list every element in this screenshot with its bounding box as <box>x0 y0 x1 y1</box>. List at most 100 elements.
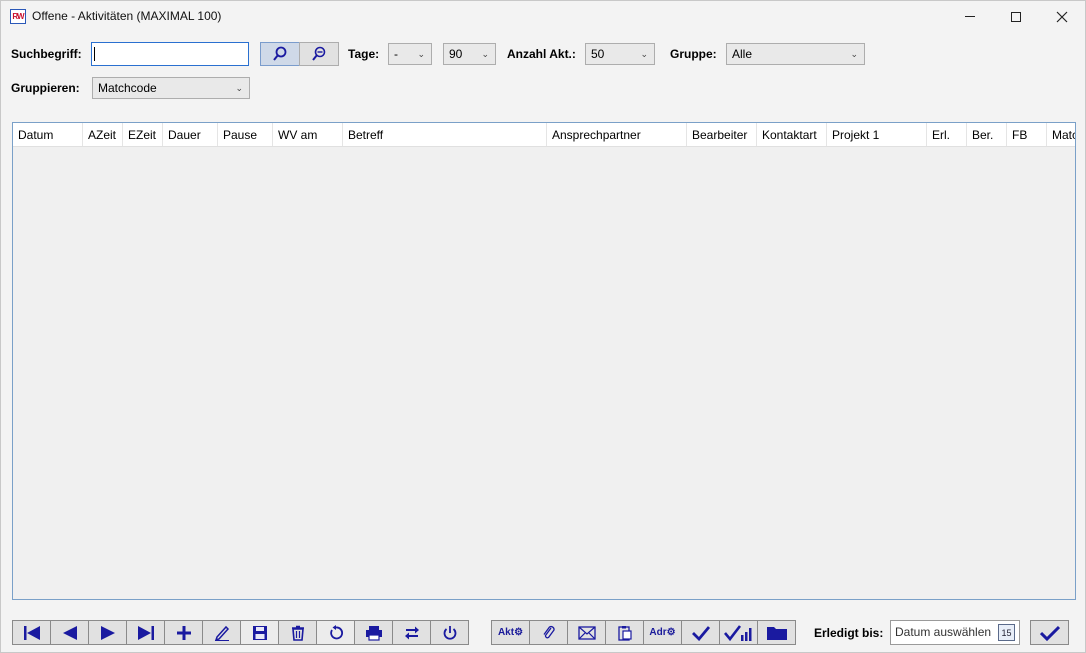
tage-label: Tage: <box>348 47 380 61</box>
maximize-icon <box>1011 11 1021 22</box>
column-header[interactable]: WV am <box>273 123 343 146</box>
gruppieren-value: Matchcode <box>98 81 157 95</box>
column-header[interactable]: EZeit <box>123 123 163 146</box>
column-header[interactable]: Dauer <box>163 123 218 146</box>
play-left-icon <box>62 625 77 640</box>
add-button[interactable] <box>164 620 203 645</box>
plus-icon <box>176 625 191 640</box>
grid-header: Datum AZeit EZeit Dauer Pause WV am Betr… <box>13 123 1075 147</box>
chevron-down-icon: ⌄ <box>235 83 243 93</box>
column-header[interactable]: FB <box>1007 123 1047 146</box>
checkmark-chart-icon <box>723 624 751 641</box>
save-button[interactable] <box>240 620 279 645</box>
settings-small-icon: ⚙ <box>666 627 676 638</box>
chevron-down-icon: ⌄ <box>640 49 648 59</box>
save-icon <box>252 625 267 640</box>
column-header[interactable]: Pause <box>218 123 273 146</box>
search-input[interactable] <box>91 42 249 66</box>
exit-button[interactable] <box>430 620 469 645</box>
first-record-button[interactable] <box>12 620 51 645</box>
folder-icon <box>766 626 787 640</box>
search-label: Suchbegriff: <box>11 47 82 61</box>
gruppe-value: Alle <box>732 47 753 61</box>
title-bar: RW Offene - Aktivitäten (MAXIMAL 100) <box>1 1 1085 32</box>
search-button[interactable] <box>260 42 300 66</box>
anzahl-label: Anzahl Akt.: <box>507 47 576 61</box>
window-title: Offene - Aktivitäten (MAXIMAL 100) <box>32 9 222 23</box>
minimize-button[interactable] <box>947 1 993 32</box>
tage-to-select[interactable]: 90 ⌄ <box>443 43 496 65</box>
column-header[interactable]: Projekt 1 <box>827 123 927 146</box>
erledigt-label: Erledigt bis: <box>814 626 884 640</box>
swap-icon <box>404 626 419 639</box>
column-header[interactable]: Betreff <box>343 123 547 146</box>
last-record-button[interactable] <box>126 620 165 645</box>
anzahl-select[interactable]: 50 ⌄ <box>585 43 655 65</box>
attachment-button[interactable] <box>529 620 568 645</box>
settings-small-icon: ⚙ <box>514 627 524 638</box>
app-logo-icon: RW <box>10 9 26 24</box>
activities-grid[interactable]: Datum AZeit EZeit Dauer Pause WV am Betr… <box>12 122 1076 600</box>
complete-button[interactable] <box>681 620 720 645</box>
column-header[interactable]: Ber. <box>967 123 1007 146</box>
complete-statistics-button[interactable] <box>719 620 758 645</box>
close-button[interactable] <box>1039 1 1085 32</box>
switch-button[interactable] <box>392 620 431 645</box>
chevron-down-icon: ⌄ <box>481 49 489 59</box>
gruppe-select[interactable]: Alle ⌄ <box>726 43 865 65</box>
action-toolbar: Akt ⚙ Adr ⚙ <box>491 620 796 645</box>
skip-first-icon <box>23 625 40 640</box>
print-button[interactable] <box>354 620 393 645</box>
play-right-icon <box>100 625 115 640</box>
tage-from-value: - <box>394 47 398 61</box>
date-placeholder: Datum auswählen <box>895 625 992 639</box>
gruppieren-select[interactable]: Matchcode ⌄ <box>92 77 250 99</box>
chevron-down-icon: ⌄ <box>850 49 858 59</box>
navigation-toolbar <box>12 620 469 645</box>
gruppe-label: Gruppe: <box>670 47 717 61</box>
main-window: RW Offene - Aktivitäten (MAXIMAL 100) Su… <box>0 0 1086 653</box>
next-record-button[interactable] <box>88 620 127 645</box>
column-header[interactable]: AZeit <box>83 123 123 146</box>
address-button[interactable]: Adr ⚙ <box>643 620 682 645</box>
column-header[interactable]: Bearbeiter <box>687 123 757 146</box>
clear-search-button[interactable] <box>299 42 339 66</box>
power-icon <box>443 625 456 640</box>
previous-record-button[interactable] <box>50 620 89 645</box>
close-icon <box>1056 11 1068 22</box>
text-caret <box>94 47 95 61</box>
printer-icon <box>365 625 382 641</box>
calendar-icon[interactable]: 15 <box>998 624 1015 641</box>
zoom-out-icon <box>312 46 326 61</box>
pencil-icon <box>214 625 229 641</box>
confirm-button[interactable] <box>1030 620 1069 645</box>
folder-button[interactable] <box>757 620 796 645</box>
gruppieren-label: Gruppieren: <box>11 81 80 95</box>
tage-to-value: 90 <box>449 47 463 61</box>
copy-button[interactable] <box>605 620 644 645</box>
minimize-icon <box>965 16 975 17</box>
search-icon <box>273 46 287 61</box>
email-button[interactable] <box>567 620 606 645</box>
delete-button[interactable] <box>278 620 317 645</box>
akt-label: Akt <box>497 627 515 638</box>
date-picker[interactable]: Datum auswählen 15 <box>890 620 1020 645</box>
checkmark-icon <box>691 625 710 641</box>
trash-icon <box>291 625 304 641</box>
activity-button[interactable]: Akt ⚙ <box>491 620 530 645</box>
adr-label: Adr <box>649 627 667 638</box>
column-header[interactable]: Matc <box>1047 123 1075 146</box>
column-header[interactable]: Kontaktart <box>757 123 827 146</box>
paperclip-icon <box>542 625 555 638</box>
column-header[interactable]: Datum <box>13 123 83 146</box>
maximize-button[interactable] <box>993 1 1039 32</box>
envelope-icon <box>577 625 596 640</box>
column-header[interactable]: Erl. <box>927 123 967 146</box>
skip-last-icon <box>137 625 154 640</box>
edit-button[interactable] <box>202 620 241 645</box>
refresh-button[interactable] <box>316 620 355 645</box>
refresh-icon <box>329 624 343 639</box>
checkmark-icon <box>1039 625 1060 641</box>
column-header[interactable]: Ansprechpartner <box>547 123 687 146</box>
tage-from-select[interactable]: - ⌄ <box>388 43 432 65</box>
